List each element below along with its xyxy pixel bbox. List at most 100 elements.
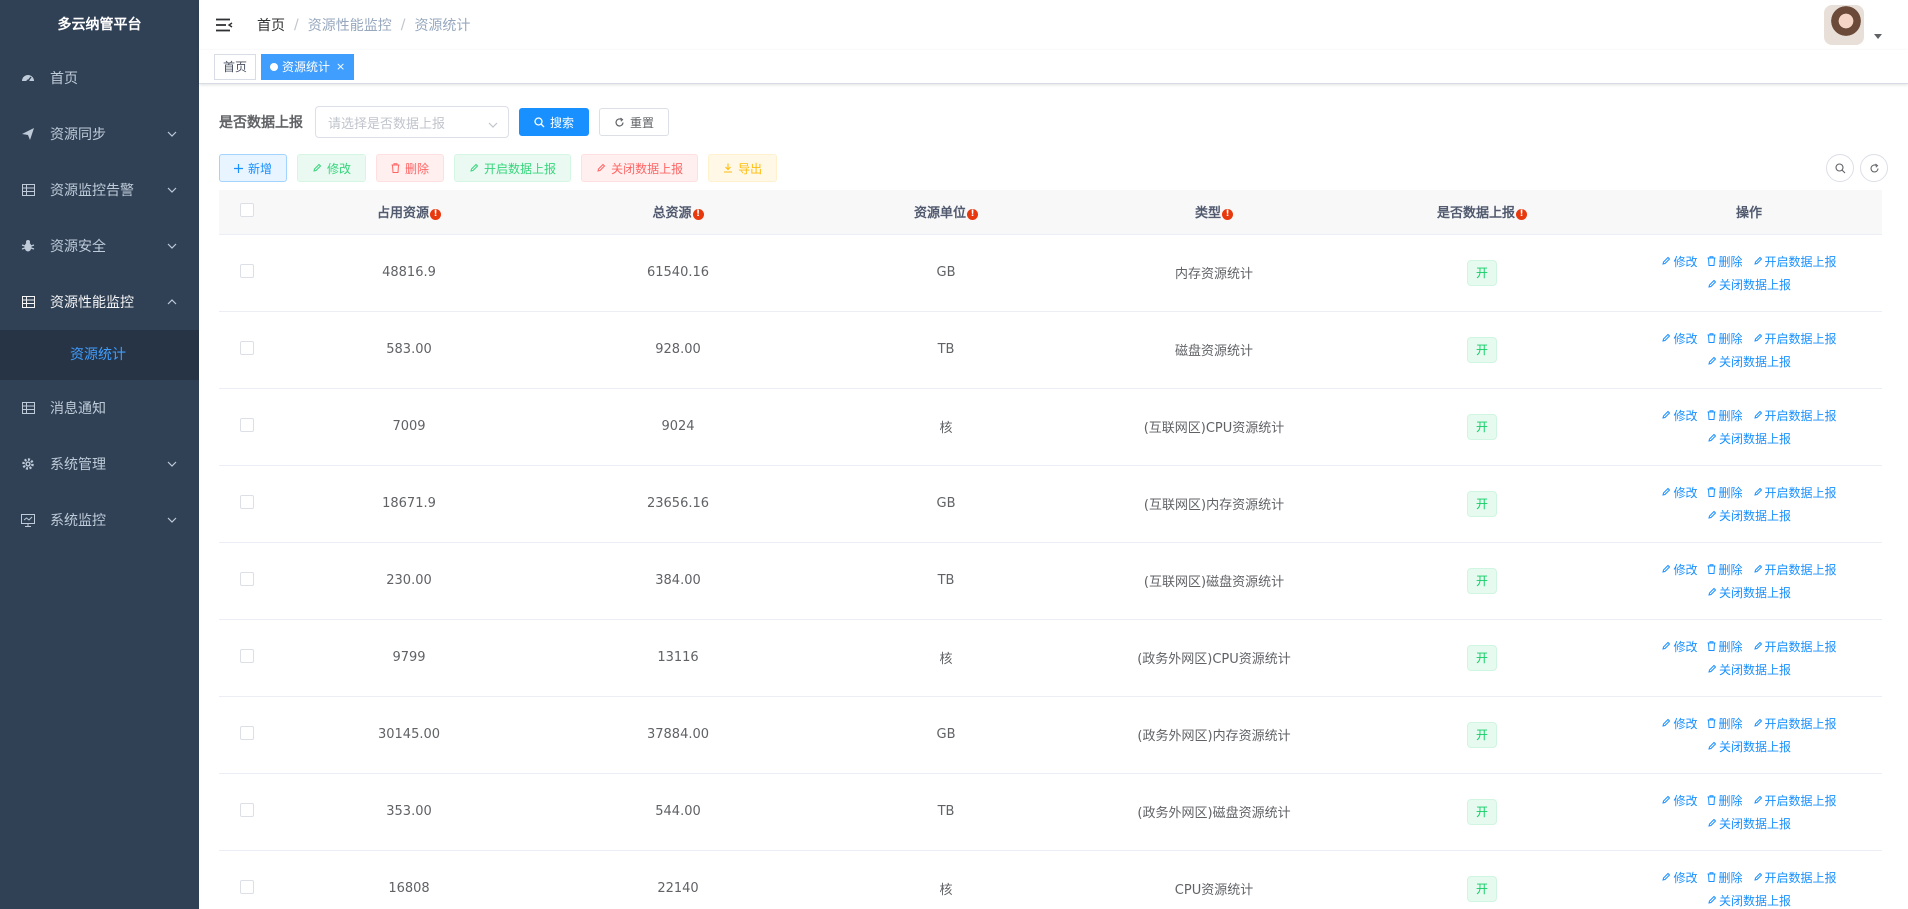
row-disable-report-link[interactable]: 关闭数据上报 (1707, 507, 1791, 524)
row-enable-report-label: 开启数据上报 (1764, 254, 1837, 269)
row-checkbox[interactable] (239, 725, 254, 740)
row-delete-link[interactable]: 删除 (1707, 792, 1743, 809)
row-edit-link[interactable]: 修改 (1661, 638, 1697, 655)
breadcrumb-home[interactable]: 首页 (257, 15, 285, 35)
sidebar-item-system-admin[interactable]: 系统管理 (0, 436, 199, 492)
report-cell: 开 (1348, 542, 1616, 620)
sidebar-item-performance-monitor[interactable]: 资源性能监控 (0, 274, 199, 330)
row-disable-report-link[interactable]: 关闭数据上报 (1707, 353, 1791, 370)
row-disable-report-link[interactable]: 关闭数据上报 (1707, 661, 1791, 678)
row-enable-report-link[interactable]: 开启数据上报 (1753, 253, 1837, 270)
unit-cell: GB (812, 234, 1080, 312)
tag-label: 首页 (223, 59, 248, 74)
row-edit-link[interactable]: 修改 (1661, 792, 1697, 809)
row-delete-link[interactable]: 删除 (1707, 484, 1743, 501)
sidebar-item-notifications[interactable]: 消息通知 (0, 380, 199, 436)
row-enable-report-link[interactable]: 开启数据上报 (1753, 869, 1837, 886)
row-enable-report-link[interactable]: 开启数据上报 (1753, 638, 1837, 655)
tags-view: 首页 资源统计 × (199, 50, 1908, 84)
row-checkbox[interactable] (239, 879, 254, 894)
tag-home[interactable]: 首页 (214, 53, 257, 80)
refresh-button[interactable] (1860, 154, 1888, 182)
row-edit-link[interactable]: 修改 (1661, 561, 1697, 578)
add-button[interactable]: 新增 (219, 154, 288, 182)
scrollbar[interactable] (1900, 50, 1906, 909)
select-all-cell (219, 190, 274, 235)
caret-down-icon[interactable] (1874, 28, 1882, 43)
edit-icon (1753, 641, 1763, 651)
row-checkbox[interactable] (239, 648, 254, 663)
user-menu[interactable] (1824, 5, 1882, 45)
export-button[interactable]: 导出 (708, 154, 778, 182)
row-edit-link[interactable]: 修改 (1661, 484, 1697, 501)
row-disable-report-label: 关闭数据上报 (1718, 277, 1791, 292)
chevron-up-icon (167, 297, 177, 307)
row-delete-link[interactable]: 删除 (1707, 561, 1743, 578)
sidebar-item-resource-stats[interactable]: 资源统计 (0, 330, 199, 380)
row-checkbox[interactable] (239, 340, 254, 355)
row-edit-link[interactable]: 修改 (1661, 715, 1697, 732)
row-delete-link[interactable]: 删除 (1707, 330, 1743, 347)
select-all-checkbox[interactable] (239, 202, 254, 217)
row-disable-report-link[interactable]: 关闭数据上报 (1707, 430, 1791, 447)
row-enable-report-link[interactable]: 开启数据上报 (1753, 561, 1837, 578)
row-edit-link[interactable]: 修改 (1661, 407, 1697, 424)
edit-icon (1707, 510, 1717, 520)
row-delete-label: 删除 (1718, 639, 1743, 654)
edit-icon (1707, 356, 1717, 366)
row-edit-link[interactable]: 修改 (1661, 869, 1697, 886)
row-edit-label: 修改 (1673, 870, 1698, 885)
row-delete-link[interactable]: 删除 (1707, 638, 1743, 655)
search-button[interactable]: 搜索 (519, 108, 590, 136)
toggle-search-button[interactable] (1826, 154, 1854, 182)
sidebar-item-home[interactable]: 首页 (0, 50, 199, 106)
enable-report-button[interactable]: 开启数据上报 (454, 154, 572, 182)
actions-cell: 修改 删除 开启数据上报 关闭数据上报 (1616, 850, 1882, 909)
edit-icon (1661, 872, 1671, 882)
row-enable-report-link[interactable]: 开启数据上报 (1753, 792, 1837, 809)
trash-icon (1707, 718, 1716, 728)
row-disable-report-link[interactable]: 关闭数据上报 (1707, 815, 1791, 832)
row-edit-link[interactable]: 修改 (1661, 330, 1697, 347)
actions-cell: 修改 删除 开启数据上报 关闭数据上报 (1616, 388, 1882, 466)
row-disable-report-link[interactable]: 关闭数据上报 (1707, 276, 1791, 293)
column-header: 类型! (1080, 190, 1348, 235)
sidebar-item-label: 系统管理 (50, 457, 106, 473)
row-delete-link[interactable]: 删除 (1707, 253, 1743, 270)
hamburger-icon[interactable] (199, 0, 249, 50)
disable-report-button[interactable]: 关闭数据上报 (581, 154, 699, 182)
row-checkbox[interactable] (239, 417, 254, 432)
row-edit-link[interactable]: 修改 (1661, 253, 1697, 270)
tag-resource-stats[interactable]: 资源统计 × (261, 53, 355, 80)
row-disable-report-link[interactable]: 关闭数据上报 (1707, 584, 1791, 601)
edit-button[interactable]: 修改 (297, 154, 367, 182)
row-enable-report-link[interactable]: 开启数据上报 (1753, 715, 1837, 732)
sidebar-item-resource-sync[interactable]: 资源同步 (0, 106, 199, 162)
close-icon[interactable]: × (336, 55, 345, 79)
row-checkbox[interactable] (239, 263, 254, 278)
sidebar-item-system-monitor[interactable]: 系统监控 (0, 492, 199, 548)
row-enable-report-link[interactable]: 开启数据上报 (1753, 484, 1837, 501)
column-header: 是否数据上报! (1348, 190, 1616, 235)
row-disable-report-link[interactable]: 关闭数据上报 (1707, 738, 1791, 755)
row-enable-report-link[interactable]: 开启数据上报 (1753, 407, 1837, 424)
row-checkbox[interactable] (239, 494, 254, 509)
reset-button[interactable]: 重置 (599, 108, 670, 136)
row-checkbox[interactable] (239, 802, 254, 817)
row-disable-report-label: 关闭数据上报 (1718, 508, 1791, 523)
row-enable-report-link[interactable]: 开启数据上报 (1753, 330, 1837, 347)
actions-cell: 修改 删除 开启数据上报 关闭数据上报 (1616, 619, 1882, 697)
sidebar-item-resource-security[interactable]: 资源安全 (0, 218, 199, 274)
edit-icon (1661, 564, 1671, 574)
row-checkbox[interactable] (239, 571, 254, 586)
sidebar-item-monitor-alert[interactable]: 资源监控告警 (0, 162, 199, 218)
row-delete-link[interactable]: 删除 (1707, 407, 1743, 424)
row-delete-link[interactable]: 删除 (1707, 715, 1743, 732)
delete-button[interactable]: 删除 (376, 154, 445, 182)
row-disable-report-link[interactable]: 关闭数据上报 (1707, 892, 1791, 909)
chevron-down-icon (167, 185, 177, 195)
column-header: 资源单位! (812, 190, 1080, 235)
row-delete-link[interactable]: 删除 (1707, 869, 1743, 886)
avatar[interactable] (1824, 5, 1864, 45)
report-filter-select[interactable]: 请选择是否数据上报 (315, 106, 509, 138)
